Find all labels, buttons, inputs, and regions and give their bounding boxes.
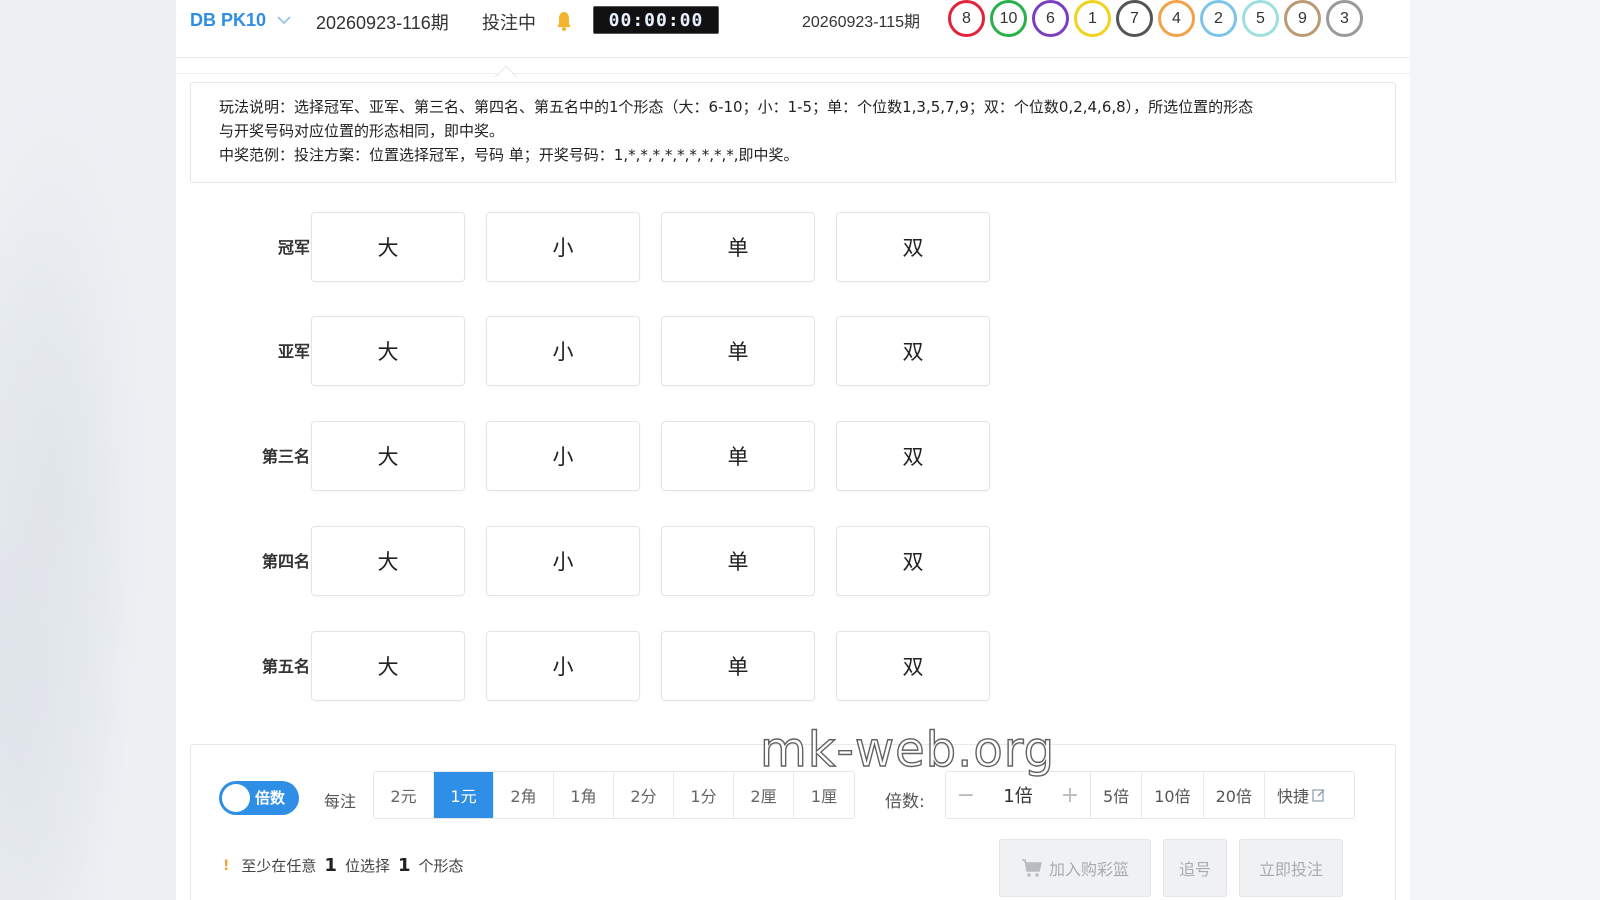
unit-option[interactable]: 1元 [434,772,494,818]
option-button[interactable]: 双 [836,212,990,282]
bet-panel: 倍数 每注 2元 1元 2角 1角 2分 1分 2厘 1厘 倍数: − 1倍 + 5倍 10倍 2… [190,744,1396,900]
unit-option[interactable]: 2元 [374,772,434,818]
quick-multiplier[interactable]: 10倍 [1141,772,1202,818]
right-background [1410,0,1600,900]
option-button[interactable]: 单 [661,526,815,596]
cart-icon [1021,859,1042,877]
unit-option[interactable]: 2分 [614,772,674,818]
option-button[interactable]: 大 [311,421,465,491]
quick-multiplier[interactable]: 5倍 [1090,772,1141,818]
option-button[interactable]: 双 [836,631,990,701]
lottery-panel: DB PK10 20260923-116期 投注中 00:00:00 20260… [176,0,1410,900]
quick-multiplier[interactable]: 20倍 [1202,772,1264,818]
position-row: 第五名大小单双 [176,631,1410,701]
option-button[interactable]: 双 [836,421,990,491]
option-button[interactable]: 大 [311,212,465,282]
option-button[interactable]: 小 [486,421,640,491]
hint-suffix: 个形态 [418,857,464,875]
position-label: 冠军 [277,238,310,257]
option-button[interactable]: 小 [486,526,640,596]
option-button[interactable]: 单 [661,212,815,282]
position-row: 亚军大小单双 [176,316,1410,386]
position-row: 第三名大小单双 [176,421,1410,491]
unit-selector: 2元 1元 2角 1角 2分 1分 2厘 1厘 [373,771,855,819]
result-ball: 7 [1116,0,1153,37]
result-ball: 1 [1074,0,1111,37]
option-button[interactable]: 单 [661,631,815,701]
game-name: DB PK10 [190,9,267,30]
bet-now-label: 立即投注 [1258,860,1323,879]
result-balls: 8 10 6 1 7 4 2 5 9 3 [948,0,1363,37]
option-button[interactable]: 双 [836,526,990,596]
option-button[interactable]: 单 [661,421,815,491]
info-icon: ! [223,857,230,874]
option-button[interactable]: 小 [486,316,640,386]
last-issue: 20260923-115期 [802,14,921,31]
edit-icon [1312,789,1325,802]
increase-button[interactable]: + [1050,772,1090,818]
betting-status: 投注中 [482,13,536,34]
option-button[interactable]: 双 [836,316,990,386]
hint-number: 1 [397,855,411,876]
current-issue: 20260923-116期 [316,13,449,33]
unit-option[interactable]: 1角 [554,772,614,818]
quick-edit-button[interactable]: 快捷 [1263,772,1338,818]
result-ball: 2 [1200,0,1237,37]
rules-example: 中奖范例：投注方案：位置选择冠军，号码 单；开奖号码：1,*,*,*,*,*,*… [219,146,799,164]
rules-line: 玩法说明：选择冠军、亚军、第三名、第四名、第五名中的1个形态（大：6-10；小：… [219,98,1254,116]
position-row: 冠军大小单双 [176,212,1410,282]
option-button[interactable]: 大 [311,526,465,596]
unit-option[interactable]: 1厘 [794,772,854,818]
option-button[interactable]: 单 [661,316,815,386]
toggle-knob [222,784,250,812]
multiplier-toggle[interactable]: 倍数 [219,781,299,815]
rules-box: 玩法说明：选择冠军、亚军、第三名、第四名、第五名中的1个形态（大：6-10；小：… [190,82,1396,183]
left-background [0,0,176,900]
chase-button[interactable]: 追号 [1163,839,1227,897]
header-bar: DB PK10 20260923-116期 投注中 00:00:00 20260… [176,0,1410,58]
result-ball: 3 [1326,0,1363,37]
position-row: 第四名大小单双 [176,526,1410,596]
add-to-cart-label: 加入购彩篮 [1048,860,1129,879]
chase-label: 追号 [1178,860,1211,879]
unit-option[interactable]: 2角 [494,772,554,818]
position-label: 第四名 [261,552,310,571]
position-label: 第三名 [261,447,310,466]
hint-middle: 位选择 [344,857,390,875]
position-label: 亚军 [277,342,310,361]
multiplier-label: 倍数: [885,792,925,812]
game-selector[interactable]: DB PK10 [190,8,292,32]
hint-prefix: 至少在任意 [241,857,317,875]
result-ball: 10 [990,0,1027,37]
rules-line: 与开奖号码对应位置的形态相同，即中奖。 [219,122,505,140]
option-button[interactable]: 小 [486,212,640,282]
result-ball: 5 [1242,0,1279,37]
unit-option[interactable]: 1分 [674,772,734,818]
decrease-button[interactable]: − [946,772,986,818]
result-ball: 9 [1284,0,1321,37]
chevron-down-icon [277,16,291,25]
bell-icon [557,12,571,31]
option-button[interactable]: 大 [311,631,465,701]
result-ball: 8 [948,0,985,37]
option-button[interactable]: 大 [311,316,465,386]
countdown-timer: 00:00:00 [593,6,719,34]
toggle-label: 倍数 [255,789,286,807]
selection-hint: ! 至少在任意 1 位选择 1 个形态 [223,855,464,876]
multiplier-stepper: − 1倍 + 5倍 10倍 20倍 快捷 [945,771,1355,819]
unit-label: 每注 [324,792,357,811]
result-ball: 6 [1032,0,1069,37]
add-to-cart-button[interactable]: 加入购彩篮 [999,839,1151,897]
bet-now-button[interactable]: 立即投注 [1239,839,1343,897]
hint-number: 1 [324,855,337,876]
position-label: 第五名 [261,657,310,676]
result-ball: 4 [1158,0,1195,37]
divider [176,73,1410,74]
quick-label: 快捷 [1276,787,1309,806]
unit-option[interactable]: 2厘 [734,772,794,818]
multiplier-input[interactable]: 1倍 [986,772,1050,818]
option-button[interactable]: 小 [486,631,640,701]
